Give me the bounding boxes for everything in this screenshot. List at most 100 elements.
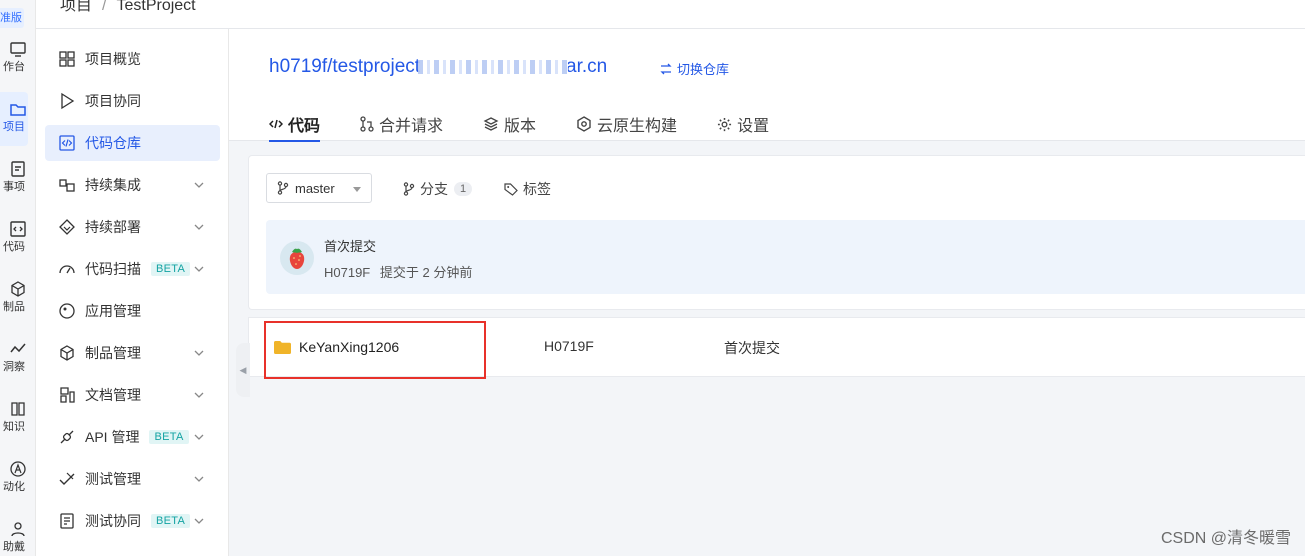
- commit-time: 提交于 2 分钟前: [379, 265, 473, 280]
- chevron-down-icon[interactable]: [192, 388, 206, 402]
- sidebar-item-label: 代码扫描: [85, 261, 141, 277]
- chevron-down-icon[interactable]: [192, 262, 206, 276]
- sidebar-item-label: 项目协同: [85, 93, 141, 109]
- sidebar-item-label: 应用管理: [85, 303, 141, 319]
- code-icon: [10, 221, 26, 237]
- sidebar-collapse-handle[interactable]: ◀: [236, 343, 250, 397]
- sidebar-item-cd[interactable]: 持续部署: [45, 209, 220, 245]
- branches-link[interactable]: 分支 1: [403, 179, 473, 199]
- tab-label: 云原生构建: [597, 118, 678, 135]
- file-author: H0719F: [544, 338, 594, 354]
- rail-item-code[interactable]: 代码: [0, 220, 35, 254]
- chevron-down-icon[interactable]: [192, 430, 206, 444]
- sidebar-item-label: 测试管理: [85, 471, 141, 487]
- chevron-down-icon[interactable]: [192, 346, 206, 360]
- chevron-down-icon[interactable]: [192, 178, 206, 192]
- avatar: [280, 241, 314, 275]
- breadcrumb: 项目 / TestProject: [60, 0, 196, 15]
- rail-label: 洞察: [3, 361, 25, 373]
- breadcrumb-project[interactable]: 项目: [60, 0, 92, 14]
- layers-icon: [483, 116, 499, 132]
- rail-item-project[interactable]: 项目: [0, 100, 35, 134]
- rail-label: 作台: [3, 61, 25, 73]
- sidebar-item-code-repo[interactable]: 代码仓库: [45, 125, 220, 161]
- gauge-icon: [57, 259, 77, 279]
- sidebar-item-label: 持续集成: [85, 177, 141, 193]
- repo-tabs: 代码 合并请求 版本 云原生构建 设置: [269, 107, 809, 142]
- tab-releases[interactable]: 版本: [483, 107, 536, 141]
- tab-code[interactable]: 代码: [269, 107, 321, 142]
- sidebar-item-ci[interactable]: 持续集成: [45, 167, 220, 203]
- sidebar-item-label: 项目概览: [85, 51, 141, 67]
- issue-icon: [11, 161, 25, 177]
- commit-message[interactable]: 首次提交: [324, 236, 376, 255]
- artifact-icon: [11, 281, 25, 297]
- tab-cloud-build[interactable]: 云原生构建: [576, 107, 677, 141]
- rail-label: 制品: [3, 301, 25, 313]
- doc-icon: [57, 385, 77, 405]
- deploy-icon: [57, 217, 77, 237]
- file-commit-message[interactable]: 首次提交: [724, 338, 780, 358]
- commit-meta: H0719F 提交于 2 分钟前: [324, 262, 472, 281]
- cloud-build-icon: [576, 116, 592, 132]
- tab-label: 设置: [737, 118, 770, 135]
- sidebar-item-overview[interactable]: 项目概览: [45, 41, 220, 77]
- tab-settings[interactable]: 设置: [717, 107, 769, 141]
- automation-icon: [10, 461, 26, 477]
- branch-select[interactable]: master: [266, 173, 372, 203]
- sidebar-item-artifact-management[interactable]: 制品管理: [45, 335, 220, 371]
- beta-badge: BETA: [151, 262, 191, 276]
- sidebar-item-collaboration[interactable]: 项目协同: [45, 83, 220, 119]
- code-repo-icon: [57, 133, 77, 153]
- sidebar-item-code-scan[interactable]: 代码扫描 BETA: [45, 251, 220, 287]
- insight-icon: [10, 343, 26, 353]
- caret-down-icon: [353, 187, 361, 192]
- sidebar-item-test-management[interactable]: 测试管理: [45, 461, 220, 497]
- rail-label: 知识: [3, 421, 25, 433]
- file-name-cell[interactable]: KeYanXing1206: [274, 339, 399, 355]
- branches-label: 分支: [420, 181, 448, 197]
- sidebar-item-test-collab[interactable]: 测试协同 BETA: [45, 503, 220, 539]
- chevron-down-icon[interactable]: [192, 514, 206, 528]
- tab-merge-requests[interactable]: 合并请求: [360, 107, 443, 141]
- rail-item-workbench[interactable]: 作台: [0, 40, 35, 74]
- rail-item-knowledge[interactable]: 知识: [0, 400, 35, 434]
- repo-title[interactable]: h0719f/testproject ar.cn: [269, 56, 607, 78]
- sidebar-item-label: 代码仓库: [85, 135, 141, 151]
- file-list: KeYanXing1206 H0719F 首次提交: [248, 317, 1305, 377]
- rail-item-automation[interactable]: 动化: [0, 460, 35, 494]
- project-sidebar: 项目概览 项目协同 代码仓库 持续集成 持续部署 代码扫描 BETA 应用管理 …: [37, 29, 229, 556]
- branch-icon: [403, 182, 415, 196]
- tags-link[interactable]: 标签: [504, 179, 551, 199]
- rail-item-account[interactable]: 助戴: [0, 520, 35, 554]
- table-row[interactable]: KeYanXing1206 H0719F 首次提交: [249, 318, 1305, 376]
- sidebar-item-label: 持续部署: [85, 219, 141, 235]
- main-content: h0719f/testproject ar.cn 切换仓库 代码 合并请求 版本 …: [229, 29, 1305, 556]
- chevron-down-icon[interactable]: [192, 472, 206, 486]
- sidebar-item-app-management[interactable]: 应用管理: [45, 293, 220, 329]
- chevron-down-icon[interactable]: [192, 220, 206, 234]
- tags-label: 标签: [523, 181, 551, 197]
- breadcrumb-current: TestProject: [116, 0, 196, 14]
- sidebar-item-api[interactable]: API 管理 BETA: [45, 419, 220, 455]
- project-icon: [10, 104, 26, 116]
- dashboard-icon: [10, 42, 26, 57]
- merge-request-icon: [360, 116, 374, 132]
- user-icon: [11, 522, 25, 537]
- sidebar-item-docs[interactable]: 文档管理: [45, 377, 220, 413]
- top-bar: 项目 / TestProject: [0, 0, 1305, 29]
- repo-title-prefix: h0719f/testproject: [269, 56, 421, 77]
- switch-repo-button[interactable]: 切换仓库: [659, 59, 729, 78]
- grid-icon: [57, 49, 77, 69]
- watermark: CSDN @清冬暖雪: [1160, 530, 1291, 547]
- folder-icon: [274, 340, 291, 354]
- repo-summary-card: master 分支 1 标签 首次提交 H0719F 提交于 2 分钟前: [248, 155, 1305, 310]
- commit-author[interactable]: H0719F: [324, 265, 370, 280]
- beta-badge: BETA: [151, 514, 191, 528]
- rail-item-issues[interactable]: 事项: [0, 160, 35, 194]
- rail-item-artifacts[interactable]: 制品: [0, 280, 35, 314]
- api-icon: [57, 427, 77, 447]
- sidebar-item-label: 制品管理: [85, 345, 141, 361]
- rail-item-insight[interactable]: 洞察: [0, 340, 35, 374]
- edition-badge[interactable]: 准版: [0, 8, 24, 28]
